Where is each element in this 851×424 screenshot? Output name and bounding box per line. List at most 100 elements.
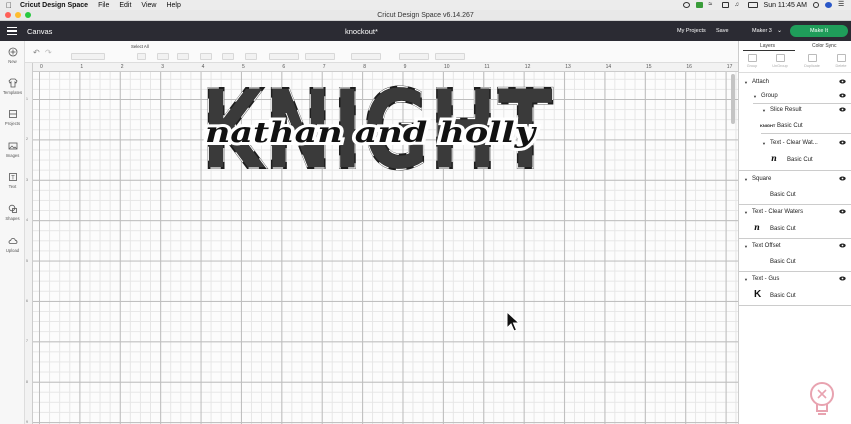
ruler-top-tick-label: 14 — [605, 64, 612, 70]
eye-icon[interactable] — [839, 93, 846, 98]
select-all-button[interactable] — [137, 53, 146, 60]
volume-icon[interactable]: ♫ — [735, 2, 742, 8]
chevron-down-icon[interactable]: ▼ — [753, 94, 757, 99]
chevron-down-icon[interactable]: ⌄ — [777, 27, 782, 34]
mouse-cursor-icon — [506, 311, 520, 332]
menu-edit[interactable]: Edit — [119, 2, 131, 9]
chevron-down-icon[interactable]: ▼ — [744, 210, 748, 215]
position-y-input[interactable] — [435, 53, 465, 60]
linetype-color-icon[interactable] — [109, 53, 117, 60]
wifi-icon[interactable]: ≈ — [709, 1, 716, 8]
duplicate-button[interactable]: Duplicate — [799, 54, 825, 68]
menu-help[interactable]: Help — [166, 2, 180, 9]
ruler-left-tick-label: 2 — [26, 137, 28, 142]
eye-icon[interactable] — [839, 79, 846, 84]
ungroup-button[interactable]: UnGroup — [767, 54, 793, 68]
ruler-left-tick-label: 1 — [26, 97, 28, 101]
sidebar-item-upload[interactable]: Upload — [0, 236, 25, 253]
delete-label: Delete — [835, 64, 847, 68]
minimize-window-icon[interactable] — [15, 12, 21, 18]
zoom-window-icon[interactable] — [25, 12, 31, 18]
layer-square-label: Square — [752, 176, 772, 182]
chevron-down-icon[interactable]: ▼ — [762, 141, 766, 146]
machine-selector[interactable]: Maker 3 — [752, 28, 772, 34]
menu-view[interactable]: View — [141, 2, 156, 9]
airplay-icon[interactable] — [721, 2, 729, 8]
divider — [761, 133, 851, 134]
my-projects-button[interactable]: My Projects — [677, 28, 706, 34]
eye-icon[interactable] — [839, 276, 846, 281]
evernote-icon[interactable] — [695, 2, 703, 8]
layer-text-clear-waters-nested-label: Text - Clear Wat... — [770, 140, 818, 146]
sidebar-item-templates[interactable]: Templates — [0, 78, 25, 95]
sidebar-label-upload: Upload — [5, 248, 20, 253]
slice-result-cut-type: Basic Cut — [777, 123, 803, 129]
height-input[interactable] — [305, 53, 335, 60]
ruler-top-tick-label: 6 — [282, 64, 286, 70]
ungroup-icon — [775, 54, 785, 62]
hamburger-menu-icon[interactable] — [7, 27, 17, 35]
text-gus-cut-type: Basic Cut — [770, 293, 796, 299]
sidebar-item-text[interactable]: T Text — [0, 172, 25, 189]
battery-icon[interactable] — [747, 2, 758, 8]
group-label: Group — [746, 64, 758, 68]
project-name: knockout* — [345, 27, 378, 36]
group-icon — [747, 54, 757, 62]
undo-icon[interactable]: ↶ — [33, 48, 40, 57]
eye-icon[interactable] — [839, 176, 846, 181]
sidebar-item-new[interactable]: New — [0, 47, 25, 64]
tab-layers[interactable]: Layers — [760, 43, 775, 49]
sidebar-item-projects[interactable]: Projects — [0, 109, 25, 126]
chevron-down-icon[interactable]: ▼ — [744, 80, 748, 85]
menu-clock[interactable]: Sun 11:45 AM — [764, 2, 807, 9]
plus-circle-icon — [8, 47, 17, 57]
operation-dropdown[interactable] — [71, 53, 105, 60]
divider — [739, 170, 851, 171]
divider — [739, 204, 851, 205]
projects-grid-icon — [8, 110, 17, 118]
rotate-input[interactable] — [351, 53, 381, 60]
tab-color-sync[interactable]: Color Sync — [812, 43, 836, 49]
divider — [753, 103, 851, 104]
user-avatar-icon[interactable] — [825, 2, 832, 8]
eye-icon[interactable] — [839, 140, 846, 145]
eye-icon[interactable] — [839, 243, 846, 248]
save-button[interactable]: Save — [716, 28, 729, 34]
divider — [739, 238, 851, 239]
apple-icon[interactable]:  — [6, 1, 12, 10]
canvas-scrollbar[interactable] — [731, 74, 735, 124]
square-cut-type: Basic Cut — [770, 192, 796, 198]
chevron-down-icon[interactable]: ▼ — [744, 244, 748, 249]
sidebar-label-text: Text — [8, 184, 17, 189]
knight-design[interactable]: KNIGHT KNIGHT nathan and holly — [195, 82, 560, 172]
flip-button[interactable] — [222, 53, 234, 60]
chevron-down-icon[interactable]: ▼ — [744, 277, 748, 282]
notification-center-icon[interactable]: ☰ — [838, 1, 845, 8]
eye-icon[interactable] — [839, 209, 846, 214]
cloud-upload-icon — [8, 238, 17, 244]
align-button[interactable] — [177, 53, 189, 60]
edit-button[interactable] — [157, 53, 169, 60]
ruler-top-tick-label: 13 — [565, 64, 571, 70]
menu-app-name[interactable]: Cricut Design Space — [20, 2, 88, 9]
chevron-down-icon[interactable]: ▼ — [762, 108, 766, 113]
spotlight-icon[interactable] — [813, 2, 819, 8]
eye-icon[interactable] — [839, 107, 846, 112]
ruler-top-tick-label: 9 — [403, 64, 407, 70]
sidebar-item-images[interactable]: Images — [0, 141, 25, 158]
redo-icon[interactable]: ↷ — [45, 48, 52, 57]
make-it-button[interactable]: Make It — [790, 25, 848, 37]
shirt-icon — [8, 78, 17, 88]
image-icon — [8, 142, 17, 150]
menu-file[interactable]: File — [98, 2, 109, 9]
creative-cloud-icon[interactable] — [682, 2, 690, 8]
delete-button[interactable]: Delete — [828, 54, 851, 68]
close-window-icon[interactable] — [5, 12, 11, 18]
chevron-down-icon[interactable]: ▼ — [744, 177, 748, 182]
position-x-input[interactable] — [399, 53, 429, 60]
width-input[interactable] — [269, 53, 299, 60]
sidebar-item-shapes[interactable]: Shapes — [0, 204, 25, 221]
size-button[interactable] — [245, 53, 257, 60]
group-button[interactable]: Group — [739, 54, 765, 68]
arrange-button[interactable] — [200, 53, 212, 60]
